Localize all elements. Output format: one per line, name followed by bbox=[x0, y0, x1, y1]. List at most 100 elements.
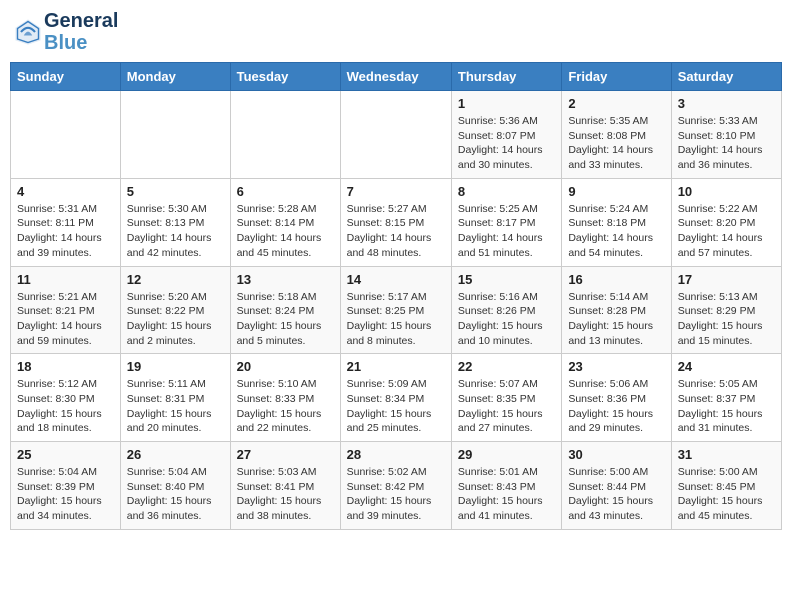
day-number: 28 bbox=[347, 447, 445, 462]
day-info: Sunrise: 5:27 AMSunset: 8:15 PMDaylight:… bbox=[347, 202, 445, 261]
day-info: Sunrise: 5:35 AMSunset: 8:08 PMDaylight:… bbox=[568, 114, 664, 173]
day-info: Sunrise: 5:10 AMSunset: 8:33 PMDaylight:… bbox=[237, 377, 334, 436]
day-number: 6 bbox=[237, 184, 334, 199]
calendar-cell: 25 Sunrise: 5:04 AMSunset: 8:39 PMDayligh… bbox=[11, 442, 121, 530]
calendar-cell: 4 Sunrise: 5:31 AMSunset: 8:11 PMDaylight… bbox=[11, 178, 121, 266]
day-number: 9 bbox=[568, 184, 664, 199]
calendar-body: 1Sunrise: 5:36 AMSunset: 8:07 PMDaylight… bbox=[11, 91, 782, 530]
day-info: Sunrise: 5:01 AMSunset: 8:43 PMDaylight:… bbox=[458, 465, 555, 524]
calendar-cell: 23 Sunrise: 5:06 AMSunset: 8:36 PMDayligh… bbox=[562, 354, 671, 442]
day-number: 4 bbox=[17, 184, 114, 199]
logo-text-line2: Blue bbox=[44, 32, 118, 54]
day-number: 25 bbox=[17, 447, 114, 462]
calendar-cell: 24 Sunrise: 5:05 AMSunset: 8:37 PMDayligh… bbox=[671, 354, 781, 442]
calendar-cell: 16Sunrise: 5:14 AMSunset: 8:28 PMDayligh… bbox=[562, 266, 671, 354]
day-info: Sunrise: 5:16 AMSunset: 8:26 PMDaylight:… bbox=[458, 290, 555, 349]
day-number: 11 bbox=[17, 272, 114, 287]
day-number: 30 bbox=[568, 447, 664, 462]
day-info: Sunrise: 5:18 AMSunset: 8:24 PMDaylight:… bbox=[237, 290, 334, 349]
calendar-cell: 3 Sunrise: 5:33 AMSunset: 8:10 PMDaylight… bbox=[671, 91, 781, 179]
calendar-cell: 14Sunrise: 5:17 AMSunset: 8:25 PMDayligh… bbox=[340, 266, 451, 354]
day-info: Sunrise: 5:11 AMSunset: 8:31 PMDaylight:… bbox=[127, 377, 224, 436]
calendar-header: SundayMondayTuesdayWednesdayThursdayFrid… bbox=[11, 63, 782, 91]
logo-icon bbox=[14, 18, 42, 46]
calendar-cell: 6 Sunrise: 5:28 AMSunset: 8:14 PMDaylight… bbox=[230, 178, 340, 266]
calendar-week-row: 1Sunrise: 5:36 AMSunset: 8:07 PMDaylight… bbox=[11, 91, 782, 179]
day-info: Sunrise: 5:25 AMSunset: 8:17 PMDaylight:… bbox=[458, 202, 555, 261]
day-info: Sunrise: 5:17 AMSunset: 8:25 PMDaylight:… bbox=[347, 290, 445, 349]
calendar-week-row: 4 Sunrise: 5:31 AMSunset: 8:11 PMDaylight… bbox=[11, 178, 782, 266]
day-number: 10 bbox=[678, 184, 775, 199]
day-info: Sunrise: 5:13 AMSunset: 8:29 PMDaylight:… bbox=[678, 290, 775, 349]
calendar-cell: 7 Sunrise: 5:27 AMSunset: 8:15 PMDaylight… bbox=[340, 178, 451, 266]
calendar-week-row: 11 Sunrise: 5:21 AMSunset: 8:21 PMDayligh… bbox=[11, 266, 782, 354]
day-number: 3 bbox=[678, 96, 775, 111]
calendar-cell: 28 Sunrise: 5:02 AMSunset: 8:42 PMDayligh… bbox=[340, 442, 451, 530]
day-info: Sunrise: 5:05 AMSunset: 8:37 PMDaylight:… bbox=[678, 377, 775, 436]
calendar-cell: 2 Sunrise: 5:35 AMSunset: 8:08 PMDaylight… bbox=[562, 91, 671, 179]
day-number: 29 bbox=[458, 447, 555, 462]
day-info: Sunrise: 5:03 AMSunset: 8:41 PMDaylight:… bbox=[237, 465, 334, 524]
day-number: 31 bbox=[678, 447, 775, 462]
day-number: 13 bbox=[237, 272, 334, 287]
day-number: 8 bbox=[458, 184, 555, 199]
calendar-week-row: 18 Sunrise: 5:12 AMSunset: 8:30 PMDayligh… bbox=[11, 354, 782, 442]
calendar-cell: 9 Sunrise: 5:24 AMSunset: 8:18 PMDaylight… bbox=[562, 178, 671, 266]
calendar-cell: 31 Sunrise: 5:00 AMSunset: 8:45 PMDayligh… bbox=[671, 442, 781, 530]
calendar-cell: 13 Sunrise: 5:18 AMSunset: 8:24 PMDayligh… bbox=[230, 266, 340, 354]
calendar-cell: 15 Sunrise: 5:16 AMSunset: 8:26 PMDayligh… bbox=[451, 266, 561, 354]
day-number: 15 bbox=[458, 272, 555, 287]
day-info: Sunrise: 5:04 AMSunset: 8:40 PMDaylight:… bbox=[127, 465, 224, 524]
calendar-cell bbox=[340, 91, 451, 179]
day-info: Sunrise: 5:12 AMSunset: 8:30 PMDaylight:… bbox=[17, 377, 114, 436]
day-number: 26 bbox=[127, 447, 224, 462]
day-number: 18 bbox=[17, 359, 114, 374]
day-number: 22 bbox=[458, 359, 555, 374]
day-info: Sunrise: 5:09 AMSunset: 8:34 PMDaylight:… bbox=[347, 377, 445, 436]
day-info: Sunrise: 5:21 AMSunset: 8:21 PMDaylight:… bbox=[17, 290, 114, 349]
day-info: Sunrise: 5:22 AMSunset: 8:20 PMDaylight:… bbox=[678, 202, 775, 261]
calendar-cell: 8 Sunrise: 5:25 AMSunset: 8:17 PMDaylight… bbox=[451, 178, 561, 266]
day-info: Sunrise: 5:33 AMSunset: 8:10 PMDaylight:… bbox=[678, 114, 775, 173]
day-number: 7 bbox=[347, 184, 445, 199]
calendar-cell: 12Sunrise: 5:20 AMSunset: 8:22 PMDayligh… bbox=[120, 266, 230, 354]
day-info: Sunrise: 5:00 AMSunset: 8:45 PMDaylight:… bbox=[678, 465, 775, 524]
calendar-cell bbox=[11, 91, 121, 179]
day-info: Sunrise: 5:31 AMSunset: 8:11 PMDaylight:… bbox=[17, 202, 114, 261]
weekday-header: Thursday bbox=[451, 63, 561, 91]
calendar-cell: 11 Sunrise: 5:21 AMSunset: 8:21 PMDayligh… bbox=[11, 266, 121, 354]
calendar-cell: 18 Sunrise: 5:12 AMSunset: 8:30 PMDayligh… bbox=[11, 354, 121, 442]
day-info: Sunrise: 5:02 AMSunset: 8:42 PMDaylight:… bbox=[347, 465, 445, 524]
calendar-cell: 19 Sunrise: 5:11 AMSunset: 8:31 PMDayligh… bbox=[120, 354, 230, 442]
day-info: Sunrise: 5:30 AMSunset: 8:13 PMDaylight:… bbox=[127, 202, 224, 261]
day-info: Sunrise: 5:14 AMSunset: 8:28 PMDaylight:… bbox=[568, 290, 664, 349]
day-info: Sunrise: 5:04 AMSunset: 8:39 PMDaylight:… bbox=[17, 465, 114, 524]
day-info: Sunrise: 5:28 AMSunset: 8:14 PMDaylight:… bbox=[237, 202, 334, 261]
day-number: 21 bbox=[347, 359, 445, 374]
day-info: Sunrise: 5:06 AMSunset: 8:36 PMDaylight:… bbox=[568, 377, 664, 436]
weekday-header: Wednesday bbox=[340, 63, 451, 91]
calendar-cell: 22 Sunrise: 5:07 AMSunset: 8:35 PMDayligh… bbox=[451, 354, 561, 442]
day-number: 2 bbox=[568, 96, 664, 111]
day-number: 23 bbox=[568, 359, 664, 374]
weekday-header: Sunday bbox=[11, 63, 121, 91]
calendar-cell bbox=[230, 91, 340, 179]
day-number: 24 bbox=[678, 359, 775, 374]
day-info: Sunrise: 5:24 AMSunset: 8:18 PMDaylight:… bbox=[568, 202, 664, 261]
calendar-week-row: 25 Sunrise: 5:04 AMSunset: 8:39 PMDayligh… bbox=[11, 442, 782, 530]
logo: General Blue bbox=[14, 10, 118, 54]
calendar-cell: 20Sunrise: 5:10 AMSunset: 8:33 PMDayligh… bbox=[230, 354, 340, 442]
calendar-cell: 5 Sunrise: 5:30 AMSunset: 8:13 PMDaylight… bbox=[120, 178, 230, 266]
weekday-header: Saturday bbox=[671, 63, 781, 91]
day-number: 5 bbox=[127, 184, 224, 199]
calendar-cell: 27Sunrise: 5:03 AMSunset: 8:41 PMDayligh… bbox=[230, 442, 340, 530]
calendar-cell: 1Sunrise: 5:36 AMSunset: 8:07 PMDaylight… bbox=[451, 91, 561, 179]
calendar-cell: 10 Sunrise: 5:22 AMSunset: 8:20 PMDayligh… bbox=[671, 178, 781, 266]
calendar-cell: 21 Sunrise: 5:09 AMSunset: 8:34 PMDayligh… bbox=[340, 354, 451, 442]
day-number: 19 bbox=[127, 359, 224, 374]
day-number: 17 bbox=[678, 272, 775, 287]
day-info: Sunrise: 5:07 AMSunset: 8:35 PMDaylight:… bbox=[458, 377, 555, 436]
calendar-cell: 29 Sunrise: 5:01 AMSunset: 8:43 PMDayligh… bbox=[451, 442, 561, 530]
calendar-cell: 30Sunrise: 5:00 AMSunset: 8:44 PMDayligh… bbox=[562, 442, 671, 530]
calendar-cell bbox=[120, 91, 230, 179]
